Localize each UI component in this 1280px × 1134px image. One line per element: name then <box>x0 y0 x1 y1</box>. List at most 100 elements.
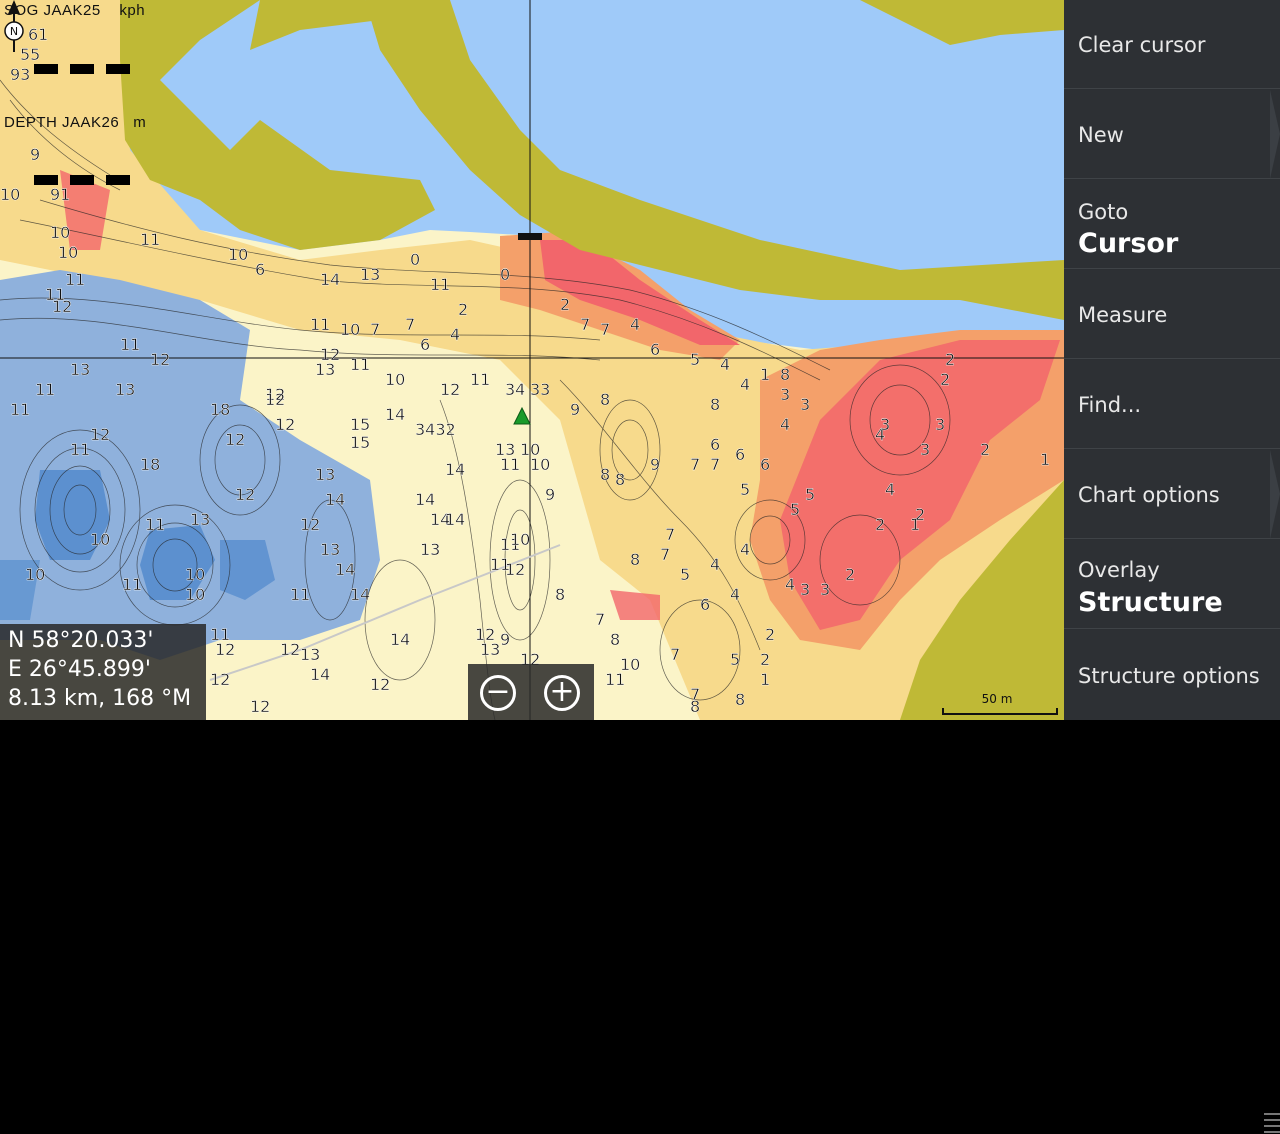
svg-text:7: 7 <box>600 320 610 339</box>
svg-text:14: 14 <box>445 460 465 479</box>
svg-text:10: 10 <box>58 243 78 262</box>
svg-text:12: 12 <box>210 670 230 689</box>
svg-text:6: 6 <box>255 260 265 279</box>
svg-text:11: 11 <box>35 380 55 399</box>
svg-text:8: 8 <box>630 550 640 569</box>
scale-label: 50 m <box>981 692 1013 706</box>
menu-structure-options[interactable]: Structure options <box>1064 630 1280 720</box>
svg-text:14: 14 <box>320 270 340 289</box>
svg-text:3: 3 <box>880 415 890 434</box>
menu-find[interactable]: Find... <box>1064 360 1280 449</box>
zoom-out-button[interactable]: − <box>480 675 516 711</box>
svg-text:18: 18 <box>210 400 230 419</box>
zoom-in-button[interactable]: + <box>544 675 580 711</box>
menu-label: Find... <box>1078 393 1142 417</box>
svg-text:13: 13 <box>480 640 500 659</box>
svg-text:18: 18 <box>140 455 160 474</box>
svg-text:12: 12 <box>370 675 390 694</box>
menu-overlay[interactable]: Overlay Structure <box>1064 540 1280 1133</box>
svg-text:8: 8 <box>600 465 610 484</box>
svg-text:93: 93 <box>10 65 30 84</box>
svg-text:3: 3 <box>800 395 810 414</box>
menu-label: Overlay <box>1078 558 1160 582</box>
menu-new[interactable]: New <box>1064 90 1280 179</box>
svg-text:14: 14 <box>445 510 465 529</box>
menu-measure[interactable]: Measure <box>1064 270 1280 359</box>
zoom-controls: − + <box>468 664 594 720</box>
svg-text:1: 1 <box>910 515 920 534</box>
svg-text:8: 8 <box>690 697 700 716</box>
svg-text:12: 12 <box>235 485 255 504</box>
svg-text:11: 11 <box>430 275 450 294</box>
svg-text:9: 9 <box>650 455 660 474</box>
svg-text:10: 10 <box>90 530 110 549</box>
svg-text:4: 4 <box>780 415 790 434</box>
svg-text:7: 7 <box>405 315 415 334</box>
svg-text:12: 12 <box>52 297 72 316</box>
svg-text:11: 11 <box>120 335 140 354</box>
chevron-right-icon <box>1270 90 1280 179</box>
svg-text:11: 11 <box>145 515 165 534</box>
svg-text:12: 12 <box>150 350 170 369</box>
svg-text:11: 11 <box>65 270 85 289</box>
svg-text:4: 4 <box>630 315 640 334</box>
sog-value-segment <box>106 64 130 74</box>
svg-text:12: 12 <box>215 640 235 659</box>
svg-text:11: 11 <box>470 370 490 389</box>
svg-text:11: 11 <box>605 670 625 689</box>
drag-handle-icon[interactable] <box>1264 1110 1280 1134</box>
svg-text:9: 9 <box>545 485 555 504</box>
chart-map[interactable]: 615593 99110 101011 111211 111213 111113… <box>0 0 1064 720</box>
svg-text:13: 13 <box>315 360 335 379</box>
svg-text:10: 10 <box>228 245 248 264</box>
svg-text:4: 4 <box>710 555 720 574</box>
svg-text:4: 4 <box>450 325 460 344</box>
svg-text:14: 14 <box>415 490 435 509</box>
svg-text:7: 7 <box>595 610 605 629</box>
svg-text:9: 9 <box>570 400 580 419</box>
svg-text:5: 5 <box>730 650 740 669</box>
svg-text:1: 1 <box>760 365 770 384</box>
svg-text:10: 10 <box>185 565 205 584</box>
chart-area[interactable]: 61 55 93 9 91 10 10 10 11 11 12 11 11 12 13 11 11 13… <box>0 0 1064 720</box>
svg-text:2: 2 <box>845 565 855 584</box>
svg-text:6: 6 <box>650 340 660 359</box>
svg-text:7: 7 <box>370 320 380 339</box>
svg-text:12: 12 <box>90 425 110 444</box>
svg-text:11: 11 <box>140 230 160 249</box>
svg-text:2: 2 <box>458 300 468 319</box>
svg-text:14: 14 <box>325 490 345 509</box>
range-bearing: 8.13 km, 168 °M <box>8 686 192 711</box>
sog-value-segment <box>34 64 58 74</box>
svg-text:7: 7 <box>670 645 680 664</box>
svg-text:8: 8 <box>610 630 620 649</box>
svg-text:2: 2 <box>875 515 885 534</box>
svg-text:9: 9 <box>500 630 510 649</box>
svg-text:15: 15 <box>350 433 370 452</box>
menu-chart-options[interactable]: Chart options <box>1064 450 1280 539</box>
svg-text:3: 3 <box>800 580 810 599</box>
svg-text:11: 11 <box>290 585 310 604</box>
svg-text:11: 11 <box>70 440 90 459</box>
svg-text:12: 12 <box>300 515 320 534</box>
menu-goto[interactable]: Goto Cursor <box>1064 180 1280 269</box>
svg-text:14: 14 <box>385 405 405 424</box>
svg-text:1: 1 <box>1040 450 1050 469</box>
svg-text:15: 15 <box>350 415 370 434</box>
svg-text:5: 5 <box>740 480 750 499</box>
svg-text:13: 13 <box>420 540 440 559</box>
svg-text:13: 13 <box>70 360 90 379</box>
svg-text:12: 12 <box>280 640 300 659</box>
svg-text:10: 10 <box>510 530 530 549</box>
svg-text:6: 6 <box>700 595 710 614</box>
svg-text:8: 8 <box>735 690 745 709</box>
svg-text:4: 4 <box>730 585 740 604</box>
svg-text:7: 7 <box>660 545 670 564</box>
svg-text:3: 3 <box>820 580 830 599</box>
menu-clear-cursor[interactable]: Clear cursor <box>1064 0 1280 89</box>
menu-value: Structure <box>1078 587 1223 618</box>
sog-unit: kph <box>119 2 146 19</box>
depth-overlay: DEPTH JAAK26 m <box>4 114 146 131</box>
svg-text:0: 0 <box>410 250 420 269</box>
north-arrow-icon[interactable]: N <box>0 0 28 54</box>
